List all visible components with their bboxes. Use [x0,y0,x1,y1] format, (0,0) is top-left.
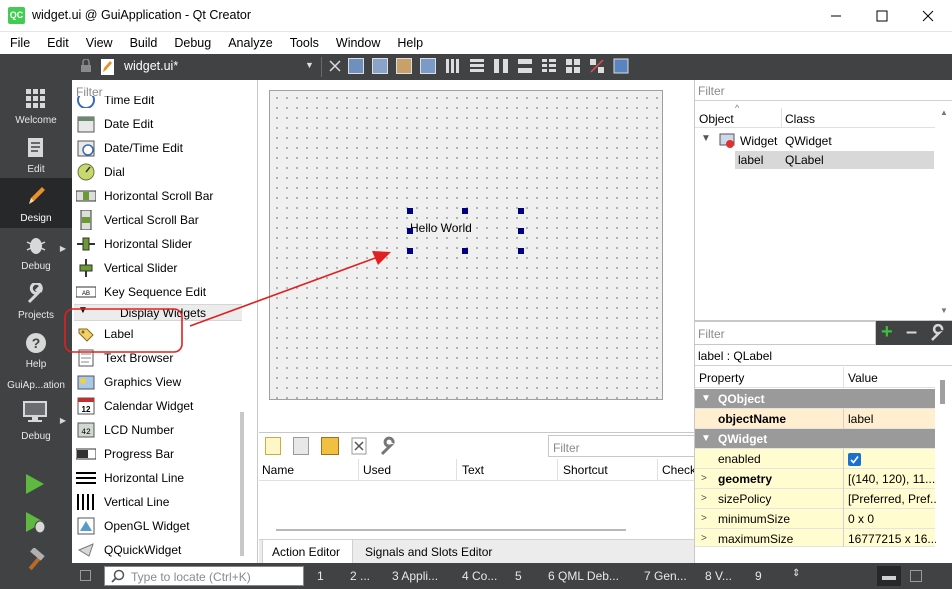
annotation-arrow-line [189,256,379,327]
annotation-overlay [64,251,391,353]
annotation-highlight-box [64,308,183,353]
